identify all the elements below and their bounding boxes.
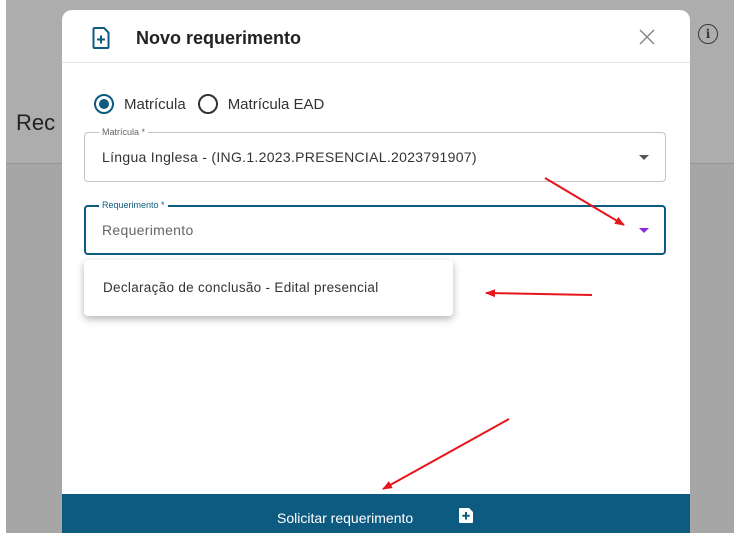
submit-request-button[interactable]: Solicitar requerimento bbox=[62, 494, 690, 533]
enrollment-type-radio-group: Matrícula Matrícula EAD bbox=[94, 92, 336, 116]
matricula-select[interactable]: Matrícula * Língua Inglesa - (ING.1.2023… bbox=[84, 126, 666, 182]
matricula-selected-value: Língua Inglesa - (ING.1.2023.PRESENCIAL.… bbox=[102, 149, 477, 165]
radio-label-matricula: Matrícula bbox=[124, 95, 186, 113]
radio-label-matricula-ead: Matrícula EAD bbox=[227, 95, 325, 113]
matricula-field-label: Matrícula * bbox=[99, 126, 149, 138]
close-icon[interactable] bbox=[636, 26, 658, 48]
requerimento-placeholder: Requerimento bbox=[102, 222, 194, 238]
left-edge bbox=[0, 0, 6, 533]
radio-matricula[interactable]: Matrícula bbox=[94, 94, 186, 114]
radio-button-selected[interactable] bbox=[94, 94, 114, 114]
dropdown-option[interactable]: Declaração de conclusão - Edital presenc… bbox=[84, 260, 453, 316]
requerimento-select[interactable]: Requerimento * Requerimento bbox=[84, 199, 666, 255]
radio-button-unselected[interactable] bbox=[197, 94, 218, 114]
new-request-dialog: Novo requerimento Matrícula Matrícula EA… bbox=[62, 10, 690, 533]
chevron-down-icon[interactable] bbox=[639, 155, 649, 160]
dialog-title: Novo requerimento bbox=[136, 28, 302, 48]
submit-button-label: Solicitar requerimento bbox=[277, 510, 414, 526]
requerimento-field-label: Requerimento * bbox=[99, 199, 168, 211]
requerimento-dropdown-menu: Declaração de conclusão - Edital presenc… bbox=[84, 260, 453, 316]
file-add-icon bbox=[92, 27, 110, 49]
chevron-down-icon[interactable] bbox=[639, 228, 649, 233]
file-add-icon bbox=[459, 508, 473, 523]
dialog-header: Novo requerimento bbox=[62, 10, 690, 63]
radio-matricula-ead[interactable]: Matrícula EAD bbox=[197, 94, 325, 114]
dropdown-option-label: Declaração de conclusão - Edital presenc… bbox=[103, 280, 379, 295]
